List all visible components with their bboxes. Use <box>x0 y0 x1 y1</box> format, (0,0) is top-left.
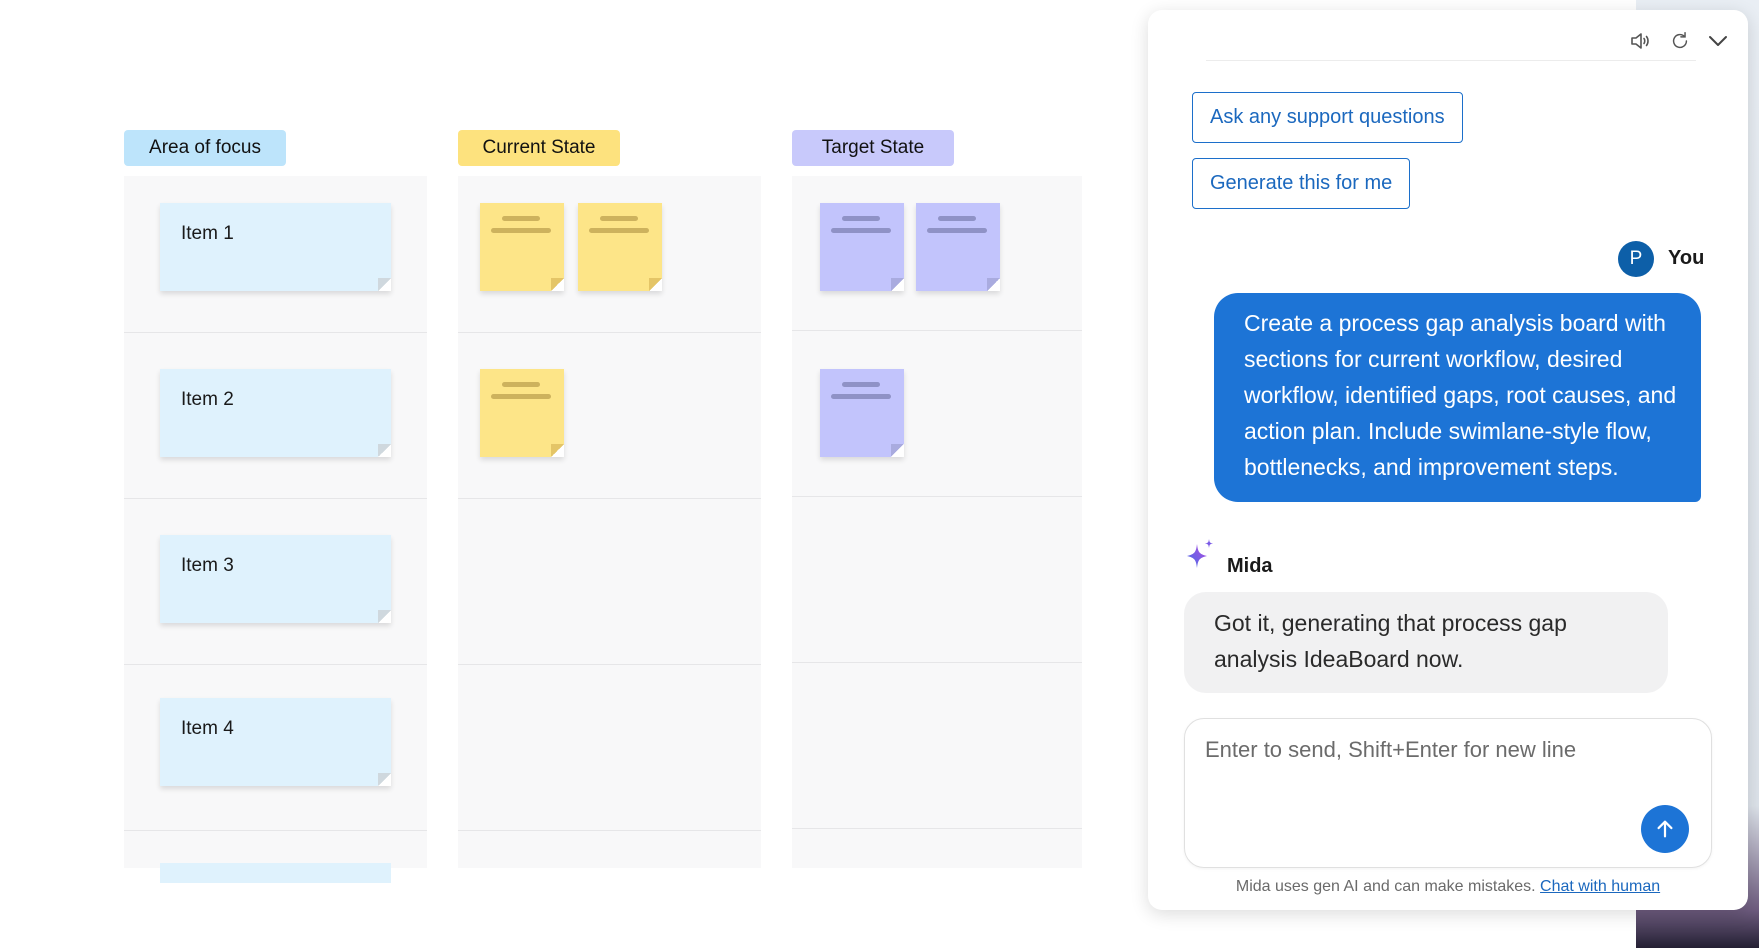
text-placeholder <box>831 228 891 233</box>
row-divider <box>124 664 427 665</box>
user-avatar: P <box>1618 241 1654 277</box>
text-placeholder <box>491 228 551 233</box>
sticky-note-label: Item 4 <box>181 718 234 739</box>
sticky-note-item-2[interactable]: Item 2 <box>160 369 391 457</box>
text-placeholder <box>589 228 649 233</box>
sticky-note-item-4[interactable]: Item 4 <box>160 698 391 786</box>
row-divider <box>458 498 761 499</box>
sticky-note-item-3[interactable]: Item 3 <box>160 535 391 623</box>
chevron-down-icon[interactable] <box>1703 26 1733 56</box>
send-button[interactable] <box>1641 805 1689 853</box>
lane-area-of-focus: Item 1 Item 2 Item 3 Item 4 <box>124 176 427 883</box>
lane-current-state <box>458 176 761 868</box>
row-divider <box>792 330 1082 331</box>
row-divider <box>124 830 427 831</box>
row-divider <box>792 662 1082 663</box>
sticky-note-partial[interactable] <box>160 863 391 883</box>
bot-message: Got it, generating that process gap anal… <box>1184 592 1668 693</box>
mida-chat-panel: Ask any support questions Generate this … <box>1148 10 1748 910</box>
suggestion-generate[interactable]: Generate this for me <box>1192 158 1411 209</box>
sticky-fold <box>551 444 564 457</box>
sticky-fold <box>891 444 904 457</box>
sticky-fold <box>378 773 391 786</box>
sparkle-icon <box>1187 539 1213 568</box>
text-placeholder <box>842 216 880 221</box>
sticky-fold <box>987 278 1000 291</box>
sticky-note-label: Item 3 <box>181 555 234 576</box>
row-divider <box>792 496 1082 497</box>
text-placeholder <box>600 216 638 221</box>
column-header-area-of-focus[interactable]: Area of focus <box>124 130 286 166</box>
message-composer <box>1184 718 1712 868</box>
chat-with-human-link[interactable]: Chat with human <box>1540 878 1660 895</box>
user-message: Create a process gap analysis board with… <box>1214 293 1701 502</box>
speaker-icon[interactable] <box>1625 26 1655 56</box>
current-state-note[interactable] <box>578 203 662 291</box>
column-header-current-state[interactable]: Current State <box>458 130 620 166</box>
suggestion-ask-support[interactable]: Ask any support questions <box>1192 92 1463 143</box>
message-input[interactable] <box>1205 737 1625 797</box>
sticky-fold <box>378 278 391 291</box>
disclaimer-text: Mida uses gen AI and can make mistakes. <box>1235 878 1536 895</box>
text-placeholder <box>938 216 976 221</box>
row-divider <box>124 332 427 333</box>
arrow-up-icon <box>1657 820 1673 838</box>
text-placeholder <box>502 216 540 221</box>
divider <box>1206 60 1696 61</box>
lane-target-state <box>792 176 1082 868</box>
current-state-note[interactable] <box>480 203 564 291</box>
text-placeholder <box>842 382 880 387</box>
text-placeholder <box>491 394 551 399</box>
sticky-fold <box>891 278 904 291</box>
target-state-note[interactable] <box>820 203 904 291</box>
row-divider <box>458 332 761 333</box>
sticky-note-item-1[interactable]: Item 1 <box>160 203 391 291</box>
sticky-fold <box>378 444 391 457</box>
sticky-fold <box>649 278 662 291</box>
sticky-fold <box>551 278 564 291</box>
text-placeholder <box>831 394 891 399</box>
sticky-note-label: Item 2 <box>181 389 234 410</box>
refresh-icon[interactable] <box>1665 26 1695 56</box>
row-divider <box>124 498 427 499</box>
sticky-fold <box>378 610 391 623</box>
bot-name: Mida <box>1227 555 1273 577</box>
target-state-note[interactable] <box>916 203 1000 291</box>
column-header-target-state[interactable]: Target State <box>792 130 954 166</box>
row-divider <box>458 664 761 665</box>
current-state-note[interactable] <box>480 369 564 457</box>
row-divider <box>792 828 1082 829</box>
disclaimer: Mida uses gen AI and can make mistakes. … <box>1148 878 1748 896</box>
app-screen: Area of focus Current State Target State… <box>0 0 1759 948</box>
row-divider <box>458 830 761 831</box>
text-placeholder <box>927 228 987 233</box>
text-placeholder <box>502 382 540 387</box>
target-state-note[interactable] <box>820 369 904 457</box>
sticky-note-label: Item 1 <box>181 223 234 244</box>
user-name: You <box>1668 247 1705 269</box>
